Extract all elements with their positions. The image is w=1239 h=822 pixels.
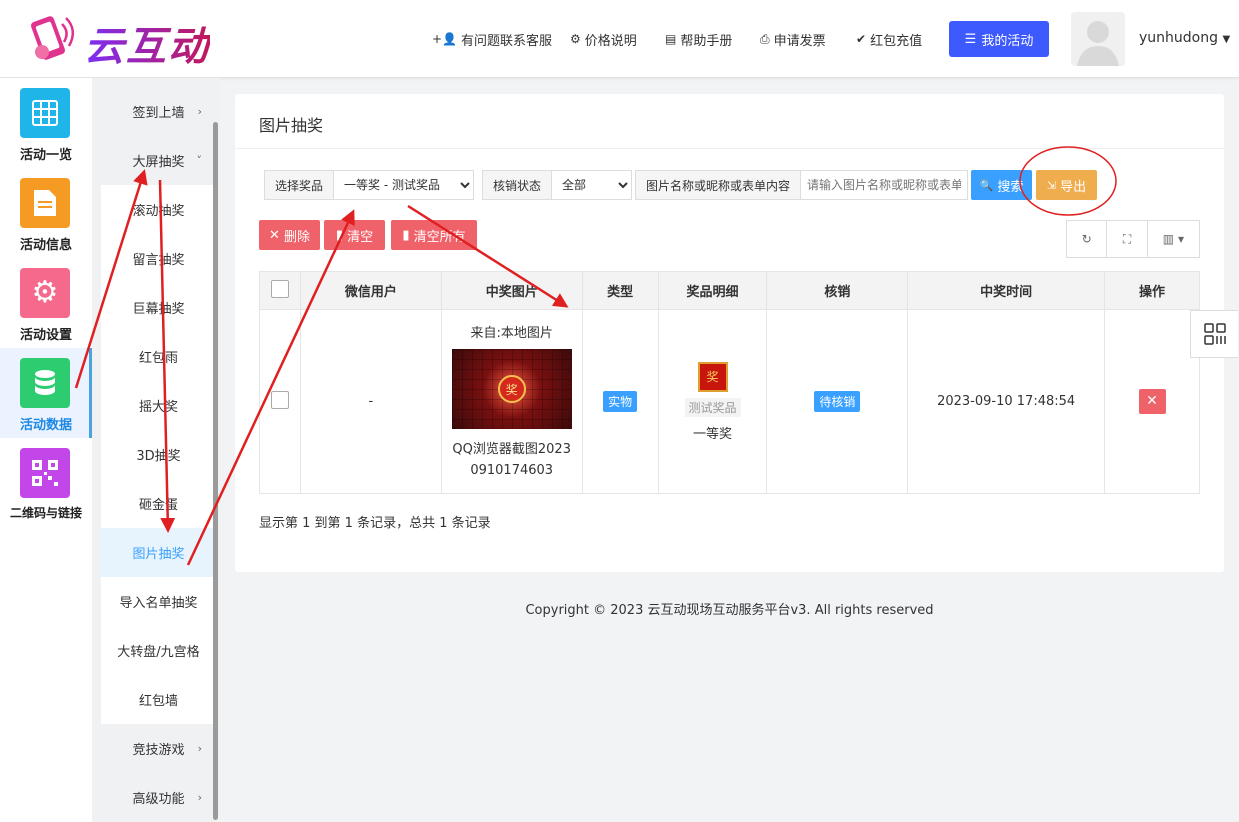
trash-icon: ▮ [402,227,410,243]
logo[interactable]: 云互动 [22,10,232,70]
search-button[interactable]: 🔍 搜索 [971,170,1032,200]
chevron-right-icon: › [197,105,202,118]
export-icon: ⇲ [1046,178,1057,192]
qrcode-icon [1203,323,1226,345]
module-overview[interactable]: 活动一览 [0,78,92,168]
chevron-right-icon: › [197,791,202,804]
sub-item-games[interactable]: 竞技游戏 › [101,724,216,773]
module-data[interactable]: 活动数据 [0,348,92,438]
keyword-filter: 图片名称或昵称或表单内容 [635,170,969,200]
refresh-icon[interactable]: ↻ [1067,221,1108,257]
module-info[interactable]: 活动信息 [0,168,92,258]
fullscreen-icon[interactable]: ⛶ [1107,221,1148,257]
sub-item-redpacket-wall[interactable]: 红包墙 [101,675,216,724]
search-icon: 🔍 [979,178,994,192]
page-title: 图片抽奖 [259,116,324,135]
qrcode-float-button[interactable] [1190,310,1238,358]
sub-item-message-lottery[interactable]: 留言抽奖 [101,234,216,283]
row-checkbox[interactable] [270,390,289,409]
database-icon [20,358,70,408]
contact-support-link[interactable]: +👤 有问题联系客服 [432,21,552,57]
copyright: Copyright © 2023 云互动现场互动服务平台v3. All righ… [525,603,934,618]
document-icon [20,178,70,228]
row-delete-button[interactable]: ✕ [1138,389,1166,414]
divider [235,148,1224,149]
status-select[interactable]: 全部 [552,170,633,200]
prize-seal-icon: 奖 [497,375,526,403]
close-icon: ✕ [269,227,280,243]
module-settings[interactable]: ⚙ 活动设置 [0,258,92,348]
sub-item-import-list-lottery[interactable]: 导入名单抽奖 [101,577,216,626]
clear-all-button[interactable]: ▮ 清空所有 [391,220,477,250]
pagination-summary: 显示第 1 到第 1 条记录，总共 1 条记录 [259,516,491,531]
winning-image-thumbnail[interactable]: 奖 [451,349,572,429]
book-icon: ▤ [665,32,677,46]
chevron-down-icon: ˅ [196,154,203,167]
add-user-icon: +👤 [432,32,457,46]
keyword-input[interactable] [801,170,969,200]
sub-item-wheel[interactable]: 大转盘/九宫格 [101,626,216,675]
shield-check-icon: ✔ [856,32,867,46]
sub-item-golden-egg[interactable]: 砸金蛋 [101,479,216,528]
list-icon: ☰ [964,31,977,47]
sub-item-redpacket-rain[interactable]: 红包雨 [101,332,216,381]
chevron-right-icon: › [197,742,202,755]
sub-item-bigscreen[interactable]: 大屏抽奖 ˅ [101,136,216,185]
logo-text: 云互动 [84,14,210,72]
invoice-link[interactable]: ⎙ 申请发票 [760,21,826,57]
phone-logo-icon [31,16,75,60]
select-all-checkbox[interactable] [270,279,289,298]
pricing-link[interactable]: ⚙ 价格说明 [570,21,637,57]
main-panel: 图片抽奖 选择奖品 一等奖 - 测试奖品 核销状态 全部 图片名称或昵称或表单内… [235,94,1224,572]
sidebar-scrollbar[interactable] [213,122,218,820]
avatar[interactable] [1071,12,1125,66]
columns-icon[interactable]: ▥ ▾ [1148,221,1199,257]
sub-item-image-lottery[interactable]: 图片抽奖 [101,528,216,577]
table-toolbar: ↻ ⛶ ▥ ▾ [1066,220,1200,258]
delete-button[interactable]: ✕ 删除 [259,220,320,250]
prize-select[interactable]: 一等奖 - 测试奖品 [334,170,475,200]
trash-icon: ▮ [335,227,344,243]
my-activity-button[interactable]: ☰ 我的活动 [949,21,1049,57]
records-table: 微信用户 中奖图片 类型 奖品明细 核销 中奖时间 操作 - 来自:本地图片 奖… [259,271,1200,494]
gear-icon: ⚙ [570,32,581,46]
module-sidebar: 活动一览 活动信息 ⚙ 活动设置 活动数据 二维码与链接 [0,78,92,822]
sub-item-advanced[interactable]: 高级功能 › [101,773,216,822]
sub-item-giant-lottery[interactable]: 巨幕抽奖 [101,283,216,332]
type-badge: 实物 [603,391,638,412]
prize-image-icon: 奖 [697,361,728,392]
sub-sidebar: 签到上墙 › 大屏抽奖 ˅ 滚动抽奖 留言抽奖 巨幕抽奖 红包雨 摇大奖 3D抽奖 … [92,78,220,822]
module-qrcode[interactable]: 二维码与链接 [0,438,92,528]
prize-filter: 选择奖品 一等奖 - 测试奖品 [264,170,475,200]
sub-item-roll-lottery[interactable]: 滚动抽奖 [101,185,216,234]
caret-down-icon: ▼ [1222,34,1231,45]
export-button[interactable]: ⇲ 导出 [1036,170,1097,200]
sub-item-shake-prize[interactable]: 摇大奖 [101,381,216,430]
recharge-link[interactable]: ✔ 红包充值 [856,21,922,57]
top-header: 云互动 +👤 有问题联系客服 ⚙ 价格说明 ▤ 帮助手册 ⎙ 申请发票 ✔ 红包充值 ☰ 我… [0,0,1239,78]
verify-status-badge[interactable]: 待核销 [814,391,861,412]
grid-icon [20,88,70,138]
help-manual-link[interactable]: ▤ 帮助手册 [665,21,732,57]
status-filter: 核销状态 全部 [482,170,633,200]
clear-button[interactable]: ▮ 清空 [324,220,385,250]
printer-icon: ⎙ [760,31,770,46]
table-row: - 来自:本地图片 奖 QQ浏览器截图20230910174603 实物 奖 测… [259,309,1200,494]
user-silhouette-icon [1077,21,1119,66]
gear-icon: ⚙ [20,268,70,318]
user-menu[interactable]: yunhudong ▼ [1139,30,1230,46]
table-header-row: 微信用户 中奖图片 类型 奖品明细 核销 中奖时间 操作 [259,271,1200,310]
sub-item-3d-lottery[interactable]: 3D抽奖 [101,430,216,479]
qrcode-icon [20,448,70,498]
sub-item-signin[interactable]: 签到上墙 › [101,87,216,136]
